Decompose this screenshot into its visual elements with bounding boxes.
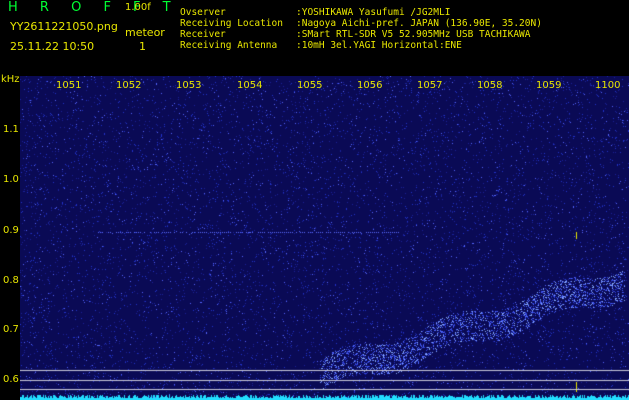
antenna-value: :10mH 3el.YAGI Horizontal:ENE [296,40,462,51]
time-label-1055: 1055 [297,80,323,91]
freq-tick-0.9: 0.9 [3,225,19,236]
location-key: Receiving Location [180,18,283,29]
time-label-1056: 1056 [357,80,383,91]
observer-key: Ovserver [180,7,226,18]
freq-tick-0.6: 0.6 [3,374,19,385]
observer-value: :YOSHIKAWA Yasufumi /JG2MLI [296,7,451,18]
time-label-1100: 1100 [595,80,621,91]
app-version: 1.00f [125,2,151,13]
time-label-1053: 1053 [176,80,202,91]
location-value: :Nagoya Aichi-pref. JAPAN (136.90E, 35.2… [296,18,542,29]
time-label-1054: 1054 [237,80,263,91]
freq-tick-0.8: 0.8 [3,275,19,286]
meteor-count: 1 [139,40,146,53]
spectrogram-canvas [20,76,629,400]
app-name: H R O F F T [8,0,180,15]
spectrogram-display [20,76,629,400]
receiver-value: :SMart RTL-SDR V5 52.905MHz USB TACHIKAW… [296,29,531,40]
meteor-label: meteor [125,26,165,39]
time-label-1059: 1059 [536,80,562,91]
time-label-1052: 1052 [116,80,142,91]
antenna-key: Receiving Antenna [180,40,278,51]
image-filename: YY2611221050.png [10,20,118,33]
freq-tick-1.0: 1.0 [3,174,19,185]
datetime-stamp: 25.11.22 10:50 [10,40,95,53]
time-label-1058: 1058 [477,80,503,91]
time-label-1051: 1051 [56,80,82,91]
freq-tick-0.7: 0.7 [3,324,19,335]
receiver-key: Receiver [180,29,226,40]
freq-tick-1.1: 1.1 [3,124,19,135]
header-panel: H R O F F T 1.00f YY2611221050.png 25.11… [0,0,629,74]
frequency-unit-label: kHz [1,74,20,85]
time-label-1057: 1057 [417,80,443,91]
